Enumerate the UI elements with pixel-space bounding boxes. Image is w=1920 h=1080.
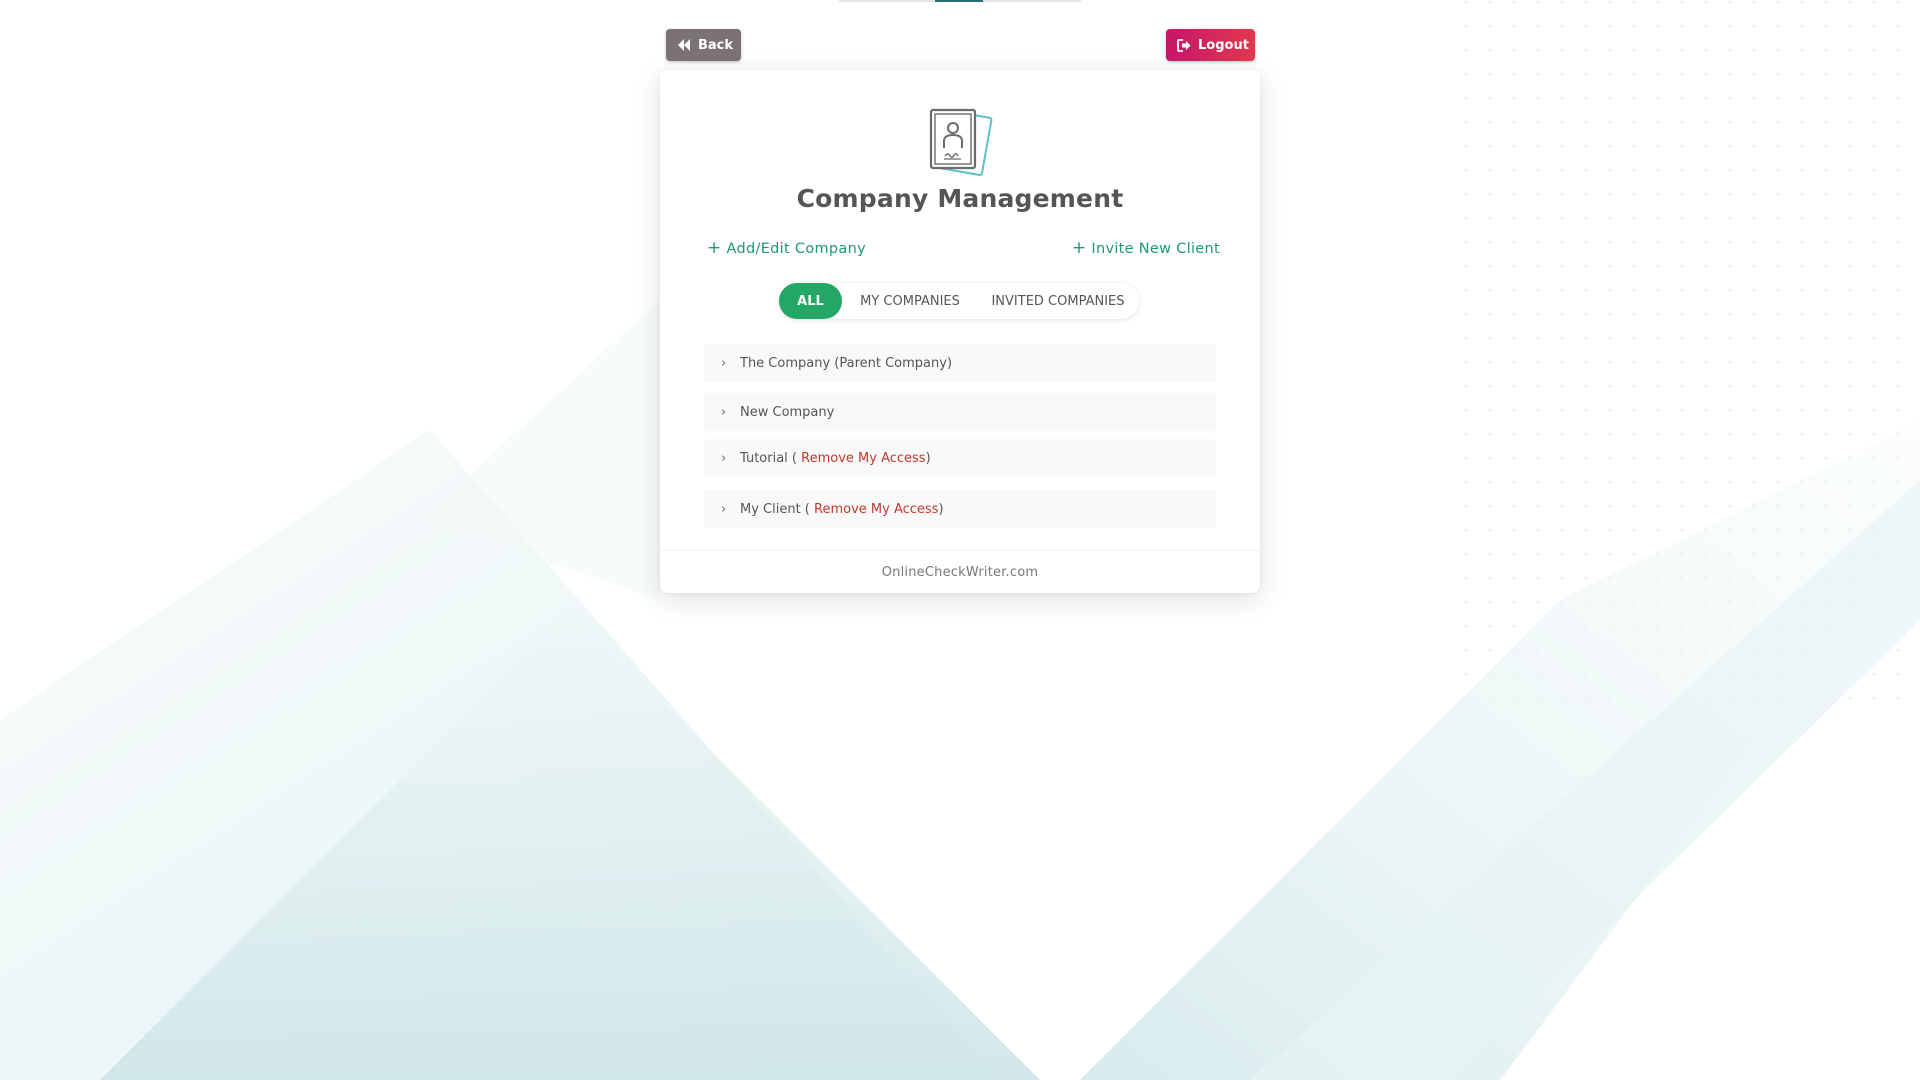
company-name-text: My Client ( [740, 501, 815, 517]
company-management-card: Company Management + Add/Edit Company + … [660, 70, 1260, 593]
company-name-text: Tutorial ( [740, 450, 802, 466]
add-edit-company-label: Add/Edit Company [726, 240, 866, 257]
invite-new-client-label: Invite New Client [1091, 240, 1220, 257]
tab-all[interactable]: ALL [779, 283, 842, 319]
company-row[interactable]: › Tutorial ( Remove My Access) [704, 439, 1216, 477]
company-name: My Client ( Remove My Access) [740, 502, 944, 517]
card-footer: OnlineCheckWriter.com [660, 550, 1260, 593]
sign-out-icon [1177, 38, 1191, 52]
logout-button[interactable]: Logout [1166, 29, 1255, 61]
tab-my-companies[interactable]: MY COMPANIES [842, 283, 978, 319]
company-row[interactable]: › New Company [704, 393, 1216, 431]
top-progress-bar [839, 0, 1081, 2]
company-row[interactable]: › The Company (Parent Company) [704, 344, 1216, 382]
tab-invited-companies[interactable]: INVITED COMPANIES [978, 283, 1138, 319]
company-name: New Company [740, 404, 835, 420]
chevron-right-icon: › [721, 355, 727, 371]
chevron-right-icon: › [721, 501, 727, 517]
invite-new-client-link[interactable]: + Invite New Client [1072, 240, 1220, 257]
double-chevron-left-icon [677, 39, 691, 51]
company-name-suffix: ) [925, 450, 931, 466]
top-progress-fill [935, 0, 983, 2]
logout-button-label: Logout [1198, 37, 1249, 53]
plus-icon: + [707, 238, 722, 258]
back-button[interactable]: Back [666, 29, 741, 61]
company-name: Tutorial ( Remove My Access) [740, 451, 931, 466]
company-row[interactable]: › My Client ( Remove My Access) [704, 490, 1216, 528]
add-edit-company-link[interactable]: + Add/Edit Company [707, 240, 866, 257]
remove-my-access-link[interactable]: Remove My Access [801, 451, 925, 466]
plus-icon: + [1071, 238, 1087, 258]
company-name-suffix: ) [938, 501, 944, 517]
company-filter-tabs: ALL MY COMPANIES INVITED COMPANIES [779, 283, 1139, 319]
chevron-right-icon: › [721, 450, 727, 466]
chevron-right-icon: › [721, 404, 727, 420]
remove-my-access-link[interactable]: Remove My Access [814, 502, 938, 517]
page-title: Company Management [796, 184, 1124, 213]
company-name: The Company (Parent Company) [740, 355, 953, 371]
id-card-profile-icon [923, 106, 993, 177]
back-button-label: Back [698, 37, 734, 53]
